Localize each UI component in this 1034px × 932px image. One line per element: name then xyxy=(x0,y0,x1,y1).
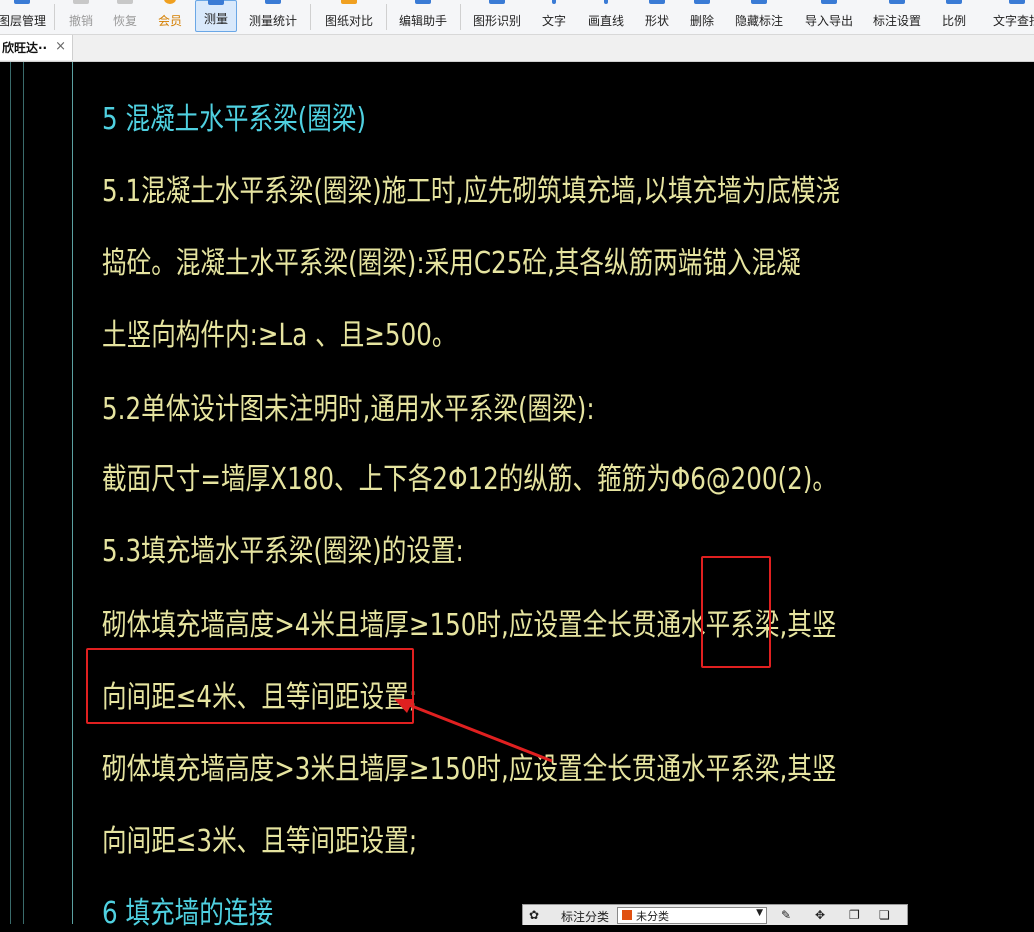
recognition-icon xyxy=(489,0,505,4)
document-tab[interactable]: 欣旺达·· × xyxy=(0,35,73,60)
crown-icon xyxy=(164,0,176,4)
redo-icon xyxy=(117,0,133,4)
color-swatch xyxy=(622,910,632,920)
draw-line-button[interactable]: 画直线 xyxy=(586,0,626,33)
document-tab-label: 欣旺达·· xyxy=(2,41,48,55)
undo-icon xyxy=(73,0,89,4)
note-line: 5.3填充墙水平系梁(圈梁)的设置: xyxy=(102,534,464,569)
shape-icon xyxy=(649,0,665,4)
eye-icon xyxy=(751,0,767,4)
text-search-button[interactable]: 文字查找 xyxy=(990,0,1034,33)
tag-icon[interactable]: ✿ xyxy=(529,908,539,922)
highlight-box xyxy=(701,556,771,668)
note-line: 向间距≤3米、且等间距设置; xyxy=(102,824,418,859)
section-heading: 5 混凝土水平系梁(圈梁) xyxy=(102,102,367,137)
frame-border-line xyxy=(23,62,24,924)
ruler-icon xyxy=(946,0,962,4)
import-export-icon xyxy=(821,0,837,4)
shape-button[interactable]: 形状 xyxy=(643,0,671,33)
undo-button[interactable]: 撤销 xyxy=(66,0,96,33)
stats-icon xyxy=(265,0,281,4)
drawing-canvas[interactable]: 5 混凝土水平系梁(圈梁) 5.1混凝土水平系梁(圈梁)施工时,应先砌筑填充墙,… xyxy=(0,62,1034,931)
edit-icon xyxy=(415,0,431,4)
note-line: 5.2单体设计图未注明时,通用水平系梁(圈梁): xyxy=(102,392,595,427)
section-heading: 6 填充墙的连接 xyxy=(102,896,274,931)
chevron-down-icon: ▼ xyxy=(756,908,763,918)
shape-recognition-button[interactable]: 图形识别 xyxy=(470,0,524,33)
edit-assistant-button[interactable]: 编辑助手 xyxy=(396,0,450,33)
pen-icon[interactable]: ✎ xyxy=(781,908,791,922)
paste-icon[interactable]: ❏ xyxy=(879,908,890,922)
measure-button[interactable]: 测量 xyxy=(195,0,237,32)
copy-icon[interactable]: ❐ xyxy=(849,908,860,922)
toolbar-divider xyxy=(460,4,461,30)
text-button[interactable]: 文字 xyxy=(540,0,568,33)
category-value: 未分类 xyxy=(636,910,669,923)
arrow-icon xyxy=(394,699,553,763)
category-select[interactable]: 未分类 ▼ xyxy=(617,907,767,924)
highlight-box xyxy=(86,648,414,724)
toolbar-divider xyxy=(54,4,55,30)
move-icon[interactable]: ✥ xyxy=(815,908,825,922)
annotation-floatbar: ✿ 标注分类 未分类 ▼ ✎ ✥ ❐ ❏ xyxy=(522,904,908,925)
import-export-button[interactable]: 导入导出 xyxy=(802,0,856,33)
document-tab-bar: 欣旺达·· × xyxy=(0,35,1034,62)
text-icon xyxy=(552,0,556,4)
measure-icon xyxy=(208,0,224,5)
note-line: 捣砼。混凝土水平系梁(圈梁):采用C25砼,其各纵筋两端锚入混凝 xyxy=(102,246,801,281)
drawing-compare-button[interactable]: 图纸对比 xyxy=(322,0,376,33)
settings-icon xyxy=(889,0,905,4)
hide-annotations-button[interactable]: 隐藏标注 xyxy=(732,0,786,33)
line-icon xyxy=(604,0,608,4)
note-line: 土竖向构件内:≥La 、且≥500。 xyxy=(102,318,457,353)
measure-stats-button[interactable]: 测量统计 xyxy=(246,0,300,33)
delete-button[interactable]: 删除 xyxy=(688,0,716,33)
layer-icon xyxy=(14,0,30,4)
redo-button[interactable]: 恢复 xyxy=(110,0,140,33)
eraser-icon xyxy=(694,0,710,4)
toolbar-divider xyxy=(386,4,387,30)
note-line: 截面尺寸=墙厚X180、上下各2Φ12的纵筋、箍筋为Φ6@200(2)。 xyxy=(102,462,837,497)
note-line: 5.1混凝土水平系梁(圈梁)施工时,应先砌筑填充墙,以填充墙为底模浇 xyxy=(102,174,841,209)
toolbar-divider xyxy=(310,4,311,30)
main-toolbar: 图层管理 撤销 恢复 会员 测量 测量统计 图纸对比 编辑助手 图形识别 文字 xyxy=(0,0,1034,35)
frame-border-line xyxy=(72,62,73,924)
category-label: 标注分类 xyxy=(561,910,610,924)
layer-manager-button[interactable]: 图层管理 xyxy=(0,0,46,33)
member-button[interactable]: 会员 xyxy=(155,0,185,33)
scale-button[interactable]: 比例 xyxy=(940,0,968,33)
frame-border-line xyxy=(10,62,11,924)
search-icon xyxy=(1009,0,1025,4)
compare-icon xyxy=(341,0,357,4)
close-icon[interactable]: × xyxy=(55,39,66,54)
annotation-settings-button[interactable]: 标注设置 xyxy=(870,0,924,33)
